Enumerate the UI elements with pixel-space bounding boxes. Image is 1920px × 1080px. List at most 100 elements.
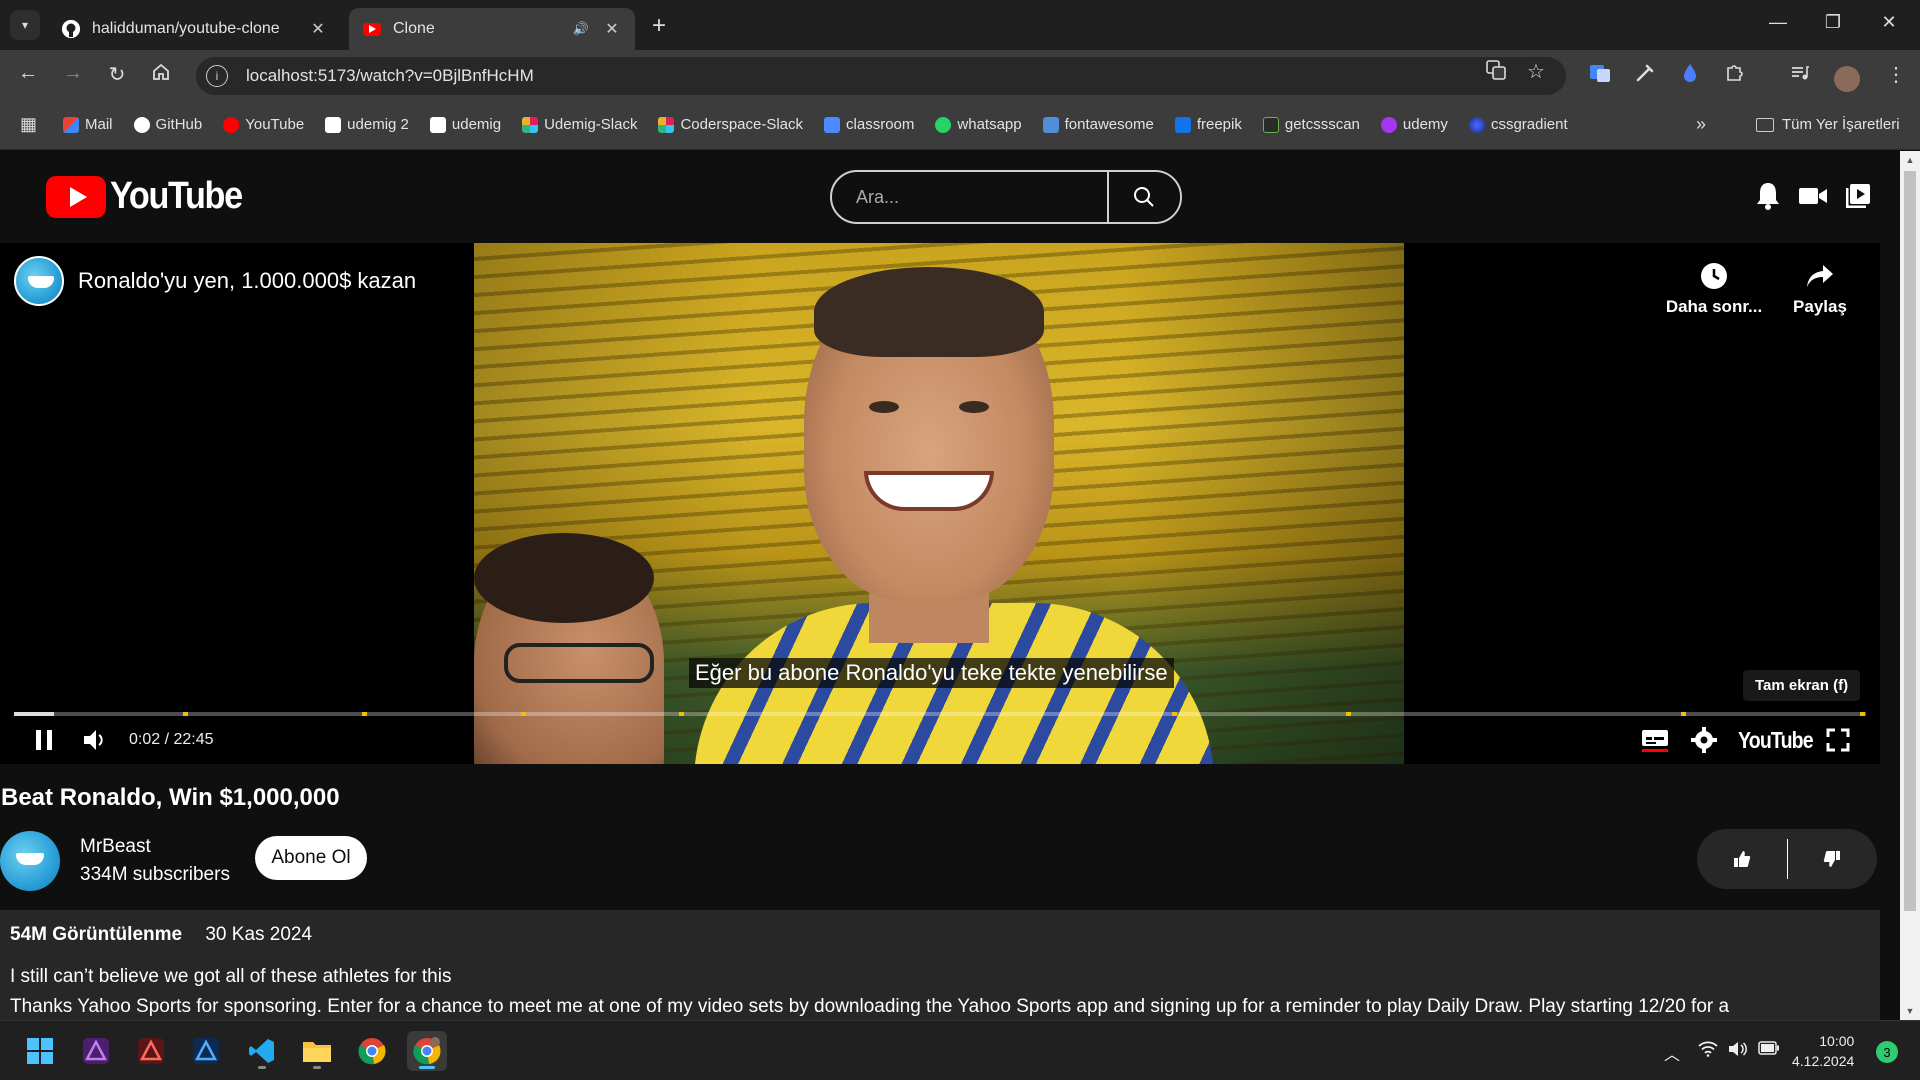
affinity-photo-icon[interactable]: [76, 1031, 116, 1071]
subtitles-icon[interactable]: [1640, 725, 1670, 755]
channel-name[interactable]: MrBeast: [80, 836, 230, 858]
new-tab-icon[interactable]: +: [652, 12, 666, 40]
show-hidden-icons-icon[interactable]: ︿: [1664, 1041, 1680, 1065]
system-clock[interactable]: 10:00 4.12.2024: [1792, 1031, 1854, 1071]
bell-icon[interactable]: [1753, 181, 1783, 211]
speaker-icon[interactable]: [1728, 1041, 1748, 1062]
vscode-icon[interactable]: [242, 1031, 282, 1071]
url-text[interactable]: localhost:5173/watch?v=0BjlBnfHcHM: [246, 66, 534, 86]
google-translate-extension-icon[interactable]: [1588, 62, 1612, 86]
translate-icon[interactable]: [1485, 59, 1507, 86]
pause-icon[interactable]: [30, 725, 58, 755]
browser-tab-bar: ▾ halidduman/youtube-clone ✕ Clone 🔊 ✕ +…: [0, 0, 1920, 50]
scroll-down-icon[interactable]: ▼: [1900, 1006, 1920, 1016]
youtube-logo[interactable]: YouTube: [46, 175, 256, 218]
progress-bar[interactable]: [14, 712, 1866, 716]
bookmark-star-icon[interactable]: ☆: [1527, 59, 1545, 84]
restore-icon[interactable]: ❐: [1818, 12, 1848, 33]
affinity-publisher-icon[interactable]: [131, 1031, 171, 1071]
page-scrollbar[interactable]: ▲ ▼: [1900, 151, 1920, 1020]
playlist-play-icon[interactable]: [1843, 181, 1873, 211]
battery-icon[interactable]: [1758, 1041, 1780, 1060]
player-title[interactable]: Ronaldo'yu yen, 1.000.000$ kazan: [78, 268, 416, 294]
tab-clone[interactable]: Clone 🔊 ✕: [349, 8, 635, 50]
fontawesome-icon: [1042, 116, 1059, 133]
bookmark-udemig[interactable]: udemig: [429, 116, 501, 133]
bookmark-cssgradient[interactable]: cssgradient: [1468, 116, 1568, 133]
windows-start-icon[interactable]: [20, 1031, 60, 1071]
cssgradient-icon: [1468, 116, 1485, 133]
media-controls-icon[interactable]: [1788, 62, 1812, 86]
chapter-marker: [679, 712, 684, 716]
tab-search-button[interactable]: ▾: [10, 10, 40, 40]
bookmark-coderspace-slack[interactable]: Coderspace-Slack: [658, 116, 803, 133]
bookmark-github[interactable]: GitHub: [133, 116, 202, 133]
apps-grid-icon[interactable]: ▦: [20, 114, 37, 135]
scroll-up-icon[interactable]: ▲: [1900, 155, 1920, 165]
close-icon[interactable]: ✕: [309, 19, 327, 39]
search-button[interactable]: [1106, 172, 1180, 222]
bookmark-mail[interactable]: Mail: [63, 116, 113, 133]
channel-avatar[interactable]: [0, 831, 60, 891]
extension-drop-icon[interactable]: [1678, 62, 1702, 86]
search-input[interactable]: [832, 172, 1107, 222]
color-picker-extension-icon[interactable]: [1633, 62, 1657, 86]
player-title-overlay[interactable]: Ronaldo'yu yen, 1.000.000$ kazan: [14, 256, 416, 306]
youtube-brand-button[interactable]: YouTube: [1738, 727, 1814, 754]
forward-icon[interactable]: →: [60, 62, 86, 85]
site-info-icon[interactable]: i: [206, 65, 228, 87]
speaker-icon[interactable]: 🔊: [573, 21, 589, 37]
back-icon[interactable]: ←: [15, 62, 41, 85]
chrome-icon[interactable]: [352, 1031, 392, 1071]
more-menu-icon[interactable]: ⋮: [1884, 62, 1908, 86]
bookmark-udemig-2[interactable]: udemig 2: [325, 116, 409, 133]
scrollbar-thumb[interactable]: [1904, 171, 1916, 911]
more-bookmarks-icon[interactable]: »: [1696, 114, 1706, 135]
window-close-icon[interactable]: ✕: [1874, 12, 1904, 33]
bookmark-whatsapp[interactable]: whatsapp: [935, 116, 1022, 133]
bookmark-classroom[interactable]: classroom: [824, 116, 914, 133]
getcssscan-icon: [1262, 116, 1279, 133]
bookmark-udemig-slack[interactable]: Udemig-Slack: [522, 116, 637, 133]
bookmark-freepik[interactable]: freepik: [1174, 116, 1242, 133]
wifi-icon[interactable]: [1698, 1041, 1718, 1062]
video-player[interactable]: Ronaldo'yu yen, 1.000.000$ kazan Daha so…: [0, 243, 1880, 764]
tab-title: Clone: [393, 20, 435, 37]
notification-badge[interactable]: 3: [1876, 1041, 1898, 1063]
bookmark-getcssscan[interactable]: getcssscan: [1262, 116, 1360, 133]
folder-icon: [1756, 117, 1774, 132]
view-count: 54M Görüntülenme: [10, 924, 183, 945]
fullscreen-icon[interactable]: [1823, 725, 1853, 755]
like-button[interactable]: [1697, 829, 1787, 889]
udemig-icon: [325, 116, 342, 133]
share-button[interactable]: Paylaş: [1778, 261, 1862, 317]
minimize-icon[interactable]: —: [1763, 12, 1793, 33]
tab-github[interactable]: halidduman/youtube-clone ✕: [48, 8, 341, 50]
address-bar[interactable]: i localhost:5173/watch?v=0BjlBnfHcHM: [196, 57, 1566, 95]
home-icon[interactable]: [148, 62, 174, 88]
channel-avatar[interactable]: [14, 256, 64, 306]
clock-date: 4.12.2024: [1792, 1053, 1855, 1069]
bookmark-fontawesome[interactable]: fontawesome: [1042, 116, 1154, 133]
video-camera-icon[interactable]: [1798, 181, 1828, 211]
subscribe-button[interactable]: Abone Ol: [255, 836, 367, 880]
slack-icon: [522, 116, 539, 133]
bookmark-udemy[interactable]: udemy: [1380, 116, 1448, 133]
volume-icon[interactable]: [80, 725, 110, 755]
like-dislike-group: [1697, 829, 1877, 889]
file-explorer-icon[interactable]: [297, 1031, 337, 1071]
udemig-icon: [429, 116, 446, 133]
bookmark-youtube[interactable]: YouTube: [223, 116, 304, 133]
extensions-puzzle-icon[interactable]: [1723, 62, 1747, 86]
dislike-button[interactable]: [1788, 829, 1878, 889]
reload-icon[interactable]: ↻: [104, 62, 130, 87]
profile-avatar[interactable]: [1834, 66, 1860, 92]
all-bookmarks-button[interactable]: Tüm Yer İşaretleri: [1756, 116, 1900, 133]
windows-taskbar: ︿ 10:00 4.12.2024 3: [0, 1020, 1920, 1080]
affinity-designer-icon[interactable]: [186, 1031, 226, 1071]
settings-gear-icon[interactable]: [1689, 725, 1719, 755]
close-icon[interactable]: ✕: [603, 19, 621, 39]
watch-later-button[interactable]: Daha sonr...: [1664, 261, 1764, 317]
description-box[interactable]: 54M Görüntülenme 30 Kas 2024 I still can…: [0, 910, 1880, 1020]
chrome-profile-icon[interactable]: [407, 1031, 447, 1071]
